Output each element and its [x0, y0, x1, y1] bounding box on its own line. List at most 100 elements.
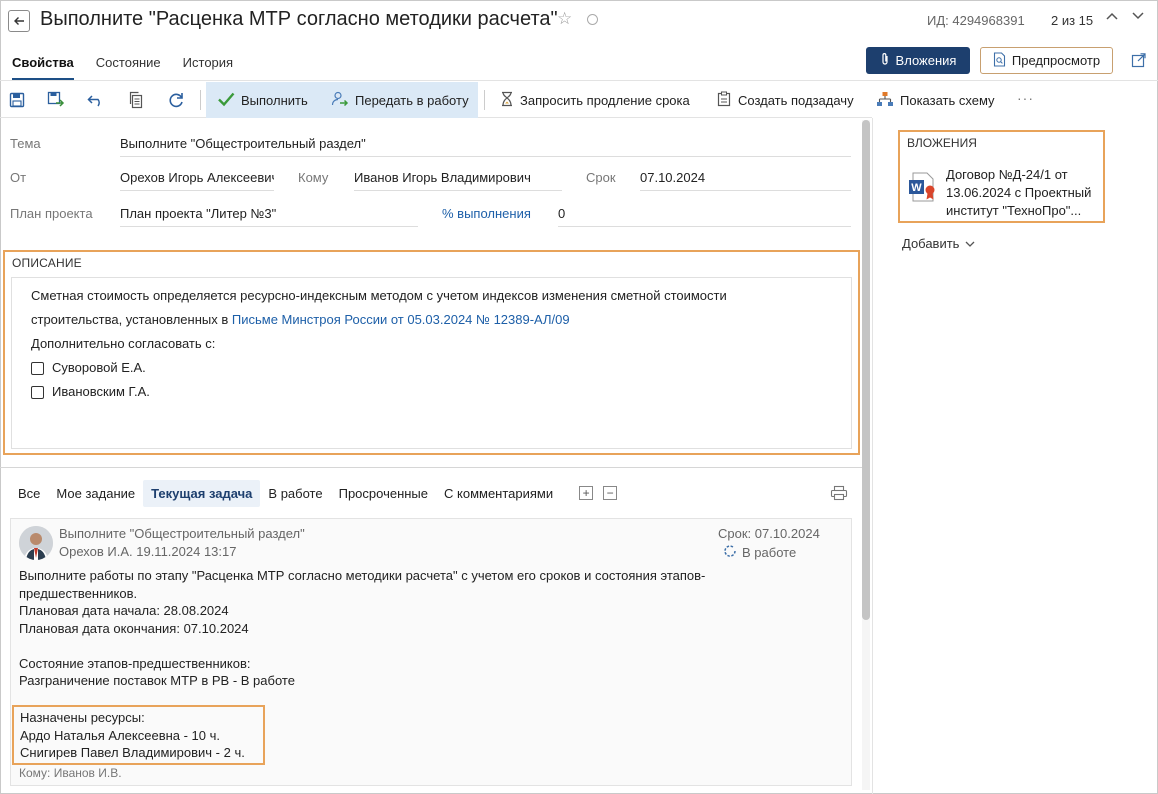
chevron-up-icon[interactable]	[1105, 9, 1119, 23]
from-field[interactable]: Орехов Игорь Алексеевич	[120, 170, 274, 191]
description-heading: ОПИСАНИЕ	[12, 256, 82, 270]
more-icon[interactable]: ···	[1017, 90, 1034, 106]
to-field[interactable]: Иванов Игорь Владимирович	[354, 170, 562, 191]
attachments-section: ВЛОЖЕНИЯ W Договор №Д-24/1 от 13.06.2024…	[898, 130, 1105, 223]
toolbar: Выполнить Передать в работу Запросить пр…	[0, 82, 1033, 118]
refresh-icon[interactable]	[167, 91, 185, 109]
copy-icon[interactable]	[127, 91, 145, 109]
paperclip-icon	[880, 52, 890, 69]
plan-label: План проекта	[10, 206, 93, 221]
create-subtask-label: Создать подзадачу	[738, 93, 854, 108]
description-text: Сметная стоимость определяется ресурсно-…	[31, 284, 831, 404]
description-line: Дополнительно согласовать с:	[31, 336, 216, 351]
attachments-heading: ВЛОЖЕНИЯ	[907, 136, 977, 150]
scrollbar-thumb[interactable]	[862, 120, 870, 620]
hourglass-icon	[500, 91, 514, 110]
request-extension-label: Запросить продление срока	[520, 93, 690, 108]
add-label: Добавить	[902, 236, 960, 251]
activity-filter-bar: Все Мое задание Текущая задача В работе …	[10, 479, 618, 507]
tab-history[interactable]: История	[183, 55, 233, 80]
tab-bar: Свойства Состояние История	[12, 55, 233, 80]
hand-over-label: Передать в работу	[355, 93, 469, 108]
pane-divider	[872, 118, 873, 794]
subject-field[interactable]: Выполните "Общестроительный раздел"	[120, 136, 851, 157]
resources-block: Назначены ресурсы: Ардо Наталья Алексеев…	[12, 705, 265, 765]
status-badge: В работе	[723, 544, 796, 561]
card-title[interactable]: Выполните "Общестроительный раздел"	[59, 526, 305, 541]
request-extension-button[interactable]: Запросить продление срока	[500, 91, 690, 110]
undo-icon[interactable]	[87, 91, 105, 109]
circle-icon[interactable]	[587, 14, 598, 25]
description-line: Сметная стоимость определяется ресурсно-…	[31, 288, 727, 303]
expand-all-icon[interactable]: +	[579, 486, 594, 500]
page-title: Выполните "Расценка МТР согласно методик…	[40, 8, 558, 30]
save-and-close-icon[interactable]	[47, 91, 65, 109]
hand-over-button[interactable]: Передать в работу	[331, 91, 469, 110]
description-line: строительства, установленных в Письме Ми…	[31, 308, 831, 332]
preview-icon	[993, 51, 1006, 70]
resources-text: Назначены ресурсы: Ардо Наталья Алексеев…	[20, 710, 245, 760]
filter-mine[interactable]: Мое задание	[48, 480, 143, 507]
checkbox-label: Ивановским Г.А.	[52, 384, 150, 399]
card-due: Срок: 07.10.2024	[718, 526, 820, 541]
status-label: В работе	[742, 545, 797, 560]
divider	[0, 80, 1158, 81]
filter-all[interactable]: Все	[10, 480, 48, 507]
from-label: От	[10, 170, 27, 185]
user-transfer-icon	[331, 91, 349, 110]
word-document-icon[interactable]: W	[908, 172, 938, 205]
filter-commented[interactable]: С комментариями	[436, 480, 561, 507]
star-icon[interactable]: ☆	[557, 9, 572, 29]
approver-checkbox-row[interactable]: Суворовой Е.А.	[31, 356, 831, 380]
plan-field[interactable]: План проекта "Литер №3"	[120, 206, 418, 227]
show-scheme-button[interactable]: Показать схему	[876, 91, 995, 110]
checkbox[interactable]	[31, 361, 44, 375]
filter-in-progress[interactable]: В работе	[260, 480, 330, 507]
back-arrow-icon[interactable]	[8, 10, 30, 32]
preview-button[interactable]: Предпросмотр	[980, 47, 1113, 74]
record-counter: 2 из 15	[1051, 13, 1094, 28]
filter-current-task[interactable]: Текущая задача	[143, 479, 261, 507]
card-author-date: Орехов И.А. 19.11.2024 13:17	[59, 544, 237, 559]
checkbox[interactable]	[31, 385, 44, 399]
due-field[interactable]: 07.10.2024	[640, 170, 851, 191]
tab-properties[interactable]: Свойства	[12, 55, 74, 80]
progress-link[interactable]: % выполнения	[442, 206, 531, 221]
collapse-all-icon[interactable]: −	[603, 486, 618, 500]
task-card: Выполните "Общестроительный раздел" Орех…	[10, 518, 852, 786]
popout-icon[interactable]	[1131, 52, 1147, 71]
due-label: Срок	[586, 170, 616, 185]
checkbox-label: Суворовой Е.А.	[52, 360, 146, 375]
approver-checkbox-row[interactable]: Ивановским Г.А.	[31, 380, 831, 404]
add-attachment-button[interactable]: Добавить	[902, 236, 975, 251]
to-label: Кому	[298, 170, 329, 185]
document-id: ИД: 4294968391	[927, 13, 1025, 28]
chevron-down-icon	[965, 236, 975, 251]
card-body: Выполните работы по этапу "Расценка МТР …	[19, 568, 706, 688]
section-divider	[0, 467, 862, 468]
complete-button[interactable]: Выполнить	[217, 91, 308, 110]
chevron-down-icon[interactable]	[1131, 9, 1145, 23]
print-icon[interactable]	[830, 485, 848, 504]
in-progress-icon	[723, 544, 737, 561]
save-icon[interactable]	[8, 91, 26, 109]
toolbar-separator	[484, 90, 485, 110]
filter-overdue[interactable]: Просроченные	[331, 480, 436, 507]
toolbar-separator	[200, 90, 201, 110]
preview-label: Предпросмотр	[1011, 53, 1101, 68]
show-scheme-label: Показать схему	[900, 93, 995, 108]
letter-link[interactable]: Письме Минстроя России от 05.03.2024 № 1…	[232, 312, 570, 327]
tab-status[interactable]: Состояние	[96, 55, 161, 80]
avatar	[19, 526, 53, 560]
svg-text:W: W	[911, 182, 922, 194]
description-editor[interactable]: Сметная стоимость определяется ресурсно-…	[11, 277, 852, 449]
subtask-icon	[716, 91, 732, 110]
complete-label: Выполнить	[241, 93, 308, 108]
attachment-file-name[interactable]: Договор №Д-24/1 от 13.06.2024 с Проектны…	[946, 166, 1106, 220]
create-subtask-button[interactable]: Создать подзадачу	[716, 91, 854, 110]
attachments-label: Вложения	[895, 53, 957, 68]
subject-label: Тема	[10, 136, 41, 151]
attachments-button[interactable]: Вложения	[866, 47, 970, 74]
description-line-prefix: строительства, установленных в	[31, 312, 232, 327]
progress-field[interactable]: 0	[558, 206, 851, 227]
